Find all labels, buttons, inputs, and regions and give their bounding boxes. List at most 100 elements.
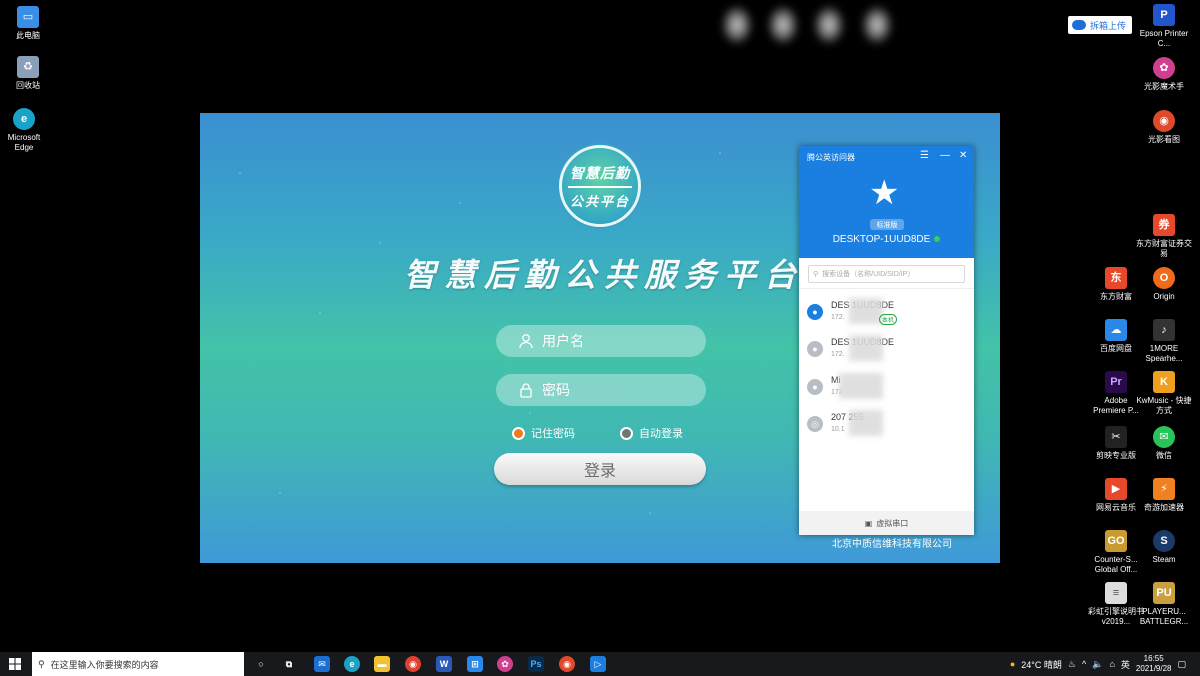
blurred-item xyxy=(722,6,752,44)
device-avatar-icon: ● xyxy=(807,341,823,357)
edition-badge: 标准版 xyxy=(870,219,904,230)
virtual-serial-port-button[interactable]: ▣ 虚拟串口 xyxy=(799,511,974,535)
ime-indicator[interactable]: 英 xyxy=(1121,658,1130,671)
device-avatar-icon: ● xyxy=(807,379,823,395)
headphone-icon: ♪ xyxy=(1153,319,1175,341)
image-viewer-taskbar-icon[interactable]: ◉ xyxy=(559,656,575,672)
remember-password-option[interactable]: 记住密码 xyxy=(512,425,575,441)
desktop-icon-label: Adobe Premiere P... xyxy=(1093,396,1139,415)
desktop-icon-stock-trading[interactable]: 券 东方财富证券交易 xyxy=(1136,214,1192,259)
login-button[interactable]: 登录 xyxy=(494,453,706,485)
close-icon[interactable]: ✕ xyxy=(959,150,967,161)
document-icon: ≡ xyxy=(1105,582,1127,604)
username-field[interactable]: 用户名 xyxy=(496,325,706,357)
password-field[interactable]: 密码 xyxy=(496,374,706,406)
image-viewer-icon: ◉ xyxy=(1153,110,1175,132)
device-search-input[interactable]: ⚲ 搜索设备（名称/UID/SID/IP） xyxy=(808,265,965,283)
desktop-icon-1more[interactable]: ♪ 1MORE Spearhe... xyxy=(1136,319,1192,364)
online-status-dot xyxy=(934,236,941,243)
speaker-icon[interactable]: 🔈 xyxy=(1092,659,1103,670)
logo-line-1: 智慧后勤 xyxy=(570,165,630,182)
remember-radio[interactable] xyxy=(512,426,525,440)
desktop-icon-this-pc[interactable]: ▭ 此电脑 xyxy=(0,6,56,41)
desktop-icon-recycle-bin[interactable]: ♻ 回收站 xyxy=(0,56,56,91)
device-tag: 本机 xyxy=(879,314,898,325)
desktop-icon-label: 东方财富证券交易 xyxy=(1136,239,1192,258)
desktop-icon-label: 光影看图 xyxy=(1148,135,1180,144)
username-placeholder: 用户名 xyxy=(542,333,584,349)
weather-text[interactable]: 24°C 晴朗 xyxy=(1021,658,1062,671)
device-list-item[interactable]: ● DES 1UUD8DE 172. xyxy=(807,335,967,365)
desktop-icon-kwmusic[interactable]: K KwMusic - 快捷方式 xyxy=(1136,371,1192,416)
blurred-item xyxy=(862,6,892,44)
steam-icon: S xyxy=(1153,530,1175,552)
desktop-icon-accelerator[interactable]: ⚡ 奇游加速器 xyxy=(1136,478,1192,513)
desktop-icon-label: 回收站 xyxy=(16,81,40,90)
desktop-icon-epson[interactable]: P Epson Printer C... xyxy=(1136,4,1192,49)
word-icon[interactable]: W xyxy=(436,656,452,672)
desktop-icon-photo-editor[interactable]: ✿ 光影魔术手 xyxy=(1136,57,1192,92)
eastmoney-icon: 东 xyxy=(1105,267,1127,289)
device-search-placeholder: 搜索设备（名称/UID/SID/IP） xyxy=(822,271,915,278)
auto-login-option[interactable]: 自动登录 xyxy=(620,425,683,441)
remote-app-taskbar-icon[interactable]: ▷ xyxy=(590,656,606,672)
virtual-serial-port-label: 虚拟串口 xyxy=(876,518,909,528)
redacted-area xyxy=(849,335,883,361)
desktop-icon-origin[interactable]: O Origin xyxy=(1136,267,1192,302)
device-list-item[interactable]: ● Mi 172. xyxy=(807,373,967,403)
start-button[interactable] xyxy=(0,652,30,676)
minimize-icon[interactable]: — xyxy=(940,150,950,161)
device-list-item[interactable]: ◎ 207 255 10.1 xyxy=(807,410,967,440)
file-explorer-icon[interactable]: ▬ xyxy=(374,656,390,672)
store-icon[interactable]: ⊞ xyxy=(467,656,483,672)
auto-login-radio[interactable] xyxy=(620,426,633,440)
device-list-ip: 172. xyxy=(831,314,845,321)
task-view-icon[interactable]: ⧉ xyxy=(281,656,297,672)
redacted-area xyxy=(839,373,883,399)
chrome-icon[interactable]: ◉ xyxy=(405,656,421,672)
desktop-icon-pubg[interactable]: PU PLAYERU... BATTLEGR... xyxy=(1136,582,1192,627)
remember-label: 记住密码 xyxy=(531,428,575,440)
accelerator-icon: ⚡ xyxy=(1153,478,1175,500)
photo-app-icon[interactable]: ✿ xyxy=(497,656,513,672)
upload-badge[interactable]: 拆箱上传 xyxy=(1068,16,1132,34)
taskbar: ⚲ 在这里输入你要搜索的内容 ○ ⧉ ✉ e ▬ ◉ W ⊞ ✿ Ps ◉ ▷ … xyxy=(0,652,1200,676)
notification-icon[interactable]: ▢ xyxy=(1177,659,1186,670)
system-tray: ● 24°C 晴朗 ♨ ^ 🔈 ⌂ 英 16:55 2021/9/28 ▢ xyxy=(1010,652,1200,676)
mail-icon[interactable]: ✉ xyxy=(314,656,330,672)
taskbar-search-input[interactable]: ⚲ 在这里输入你要搜索的内容 xyxy=(32,652,244,676)
password-placeholder: 密码 xyxy=(542,382,570,398)
user-icon xyxy=(518,333,534,349)
device-group-icon: ◎ xyxy=(807,416,823,432)
device-avatar-icon: ● xyxy=(807,304,823,320)
tray-app-icon[interactable]: ♨ xyxy=(1068,659,1076,670)
network-icon[interactable]: ⌂ xyxy=(1109,659,1114,669)
baidu-netdisk-icon: ☁ xyxy=(1105,319,1127,341)
wechat-icon: ✉ xyxy=(1153,426,1175,448)
printer-icon: P xyxy=(1153,4,1175,26)
desktop-icon-wechat[interactable]: ✉ 微信 xyxy=(1136,426,1192,461)
desktop-icon-label: 奇游加速器 xyxy=(1144,503,1184,512)
search-icon: ⚲ xyxy=(38,658,45,669)
edge-taskbar-icon[interactable]: e xyxy=(344,656,360,672)
desktop-icon-label: Counter-S... Global Off... xyxy=(1094,555,1138,574)
desktop-icon-image-viewer[interactable]: ◉ 光影看图 xyxy=(1136,110,1192,145)
photoshop-icon[interactable]: Ps xyxy=(528,656,544,672)
kwmusic-icon: K xyxy=(1153,371,1175,393)
weather-icon: ● xyxy=(1009,659,1016,669)
chevron-up-icon[interactable]: ^ xyxy=(1082,659,1086,669)
menu-icon[interactable]: ☰ xyxy=(920,150,929,161)
cortana-icon[interactable]: ○ xyxy=(253,656,269,672)
star-logo-icon: ★ xyxy=(869,174,900,212)
device-name: DESKTOP-1UUD8DE xyxy=(799,234,974,245)
desktop-icon-label: Microsoft Edge xyxy=(7,133,41,152)
desktop-icon-label: 东方财富 xyxy=(1100,292,1132,301)
redacted-area xyxy=(849,410,883,436)
clock[interactable]: 16:55 2021/9/28 xyxy=(1136,654,1172,674)
computer-icon: ▭ xyxy=(17,6,39,28)
desktop-icon-steam[interactable]: S Steam xyxy=(1136,530,1192,565)
cloud-icon xyxy=(1072,20,1086,30)
desktop-icon-edge[interactable]: e Microsoft Edge xyxy=(0,108,48,153)
desktop-icon-label: 网易云音乐 xyxy=(1096,503,1136,512)
device-list-item[interactable]: ● DES 1UUD8DE 172. 本机 xyxy=(807,298,967,328)
